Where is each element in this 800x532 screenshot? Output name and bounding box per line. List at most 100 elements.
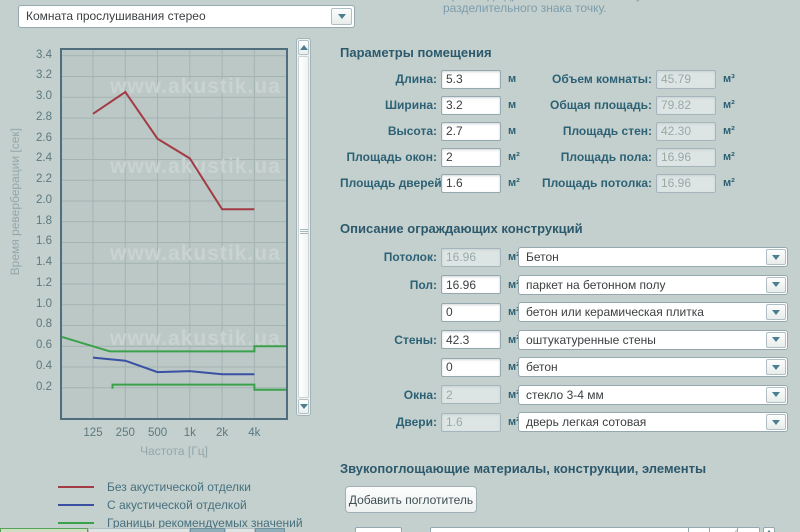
bottom-clipped-chart (190, 528, 225, 532)
walls-2-material-select[interactable]: бетон (518, 357, 788, 377)
y-tick-label: 3.4 (0, 49, 52, 61)
construction-row-walls: Стены: м² оштукатуренные стены (340, 330, 788, 350)
length-input[interactable] (441, 70, 501, 89)
floor-2-area-field[interactable] (441, 303, 501, 322)
svg-text:www.akustik.ua: www.akustik.ua (109, 75, 281, 98)
total-area-output (656, 96, 716, 115)
x-tick-label: 4k (234, 427, 274, 439)
floor-area-label: Площадь пола: (538, 150, 652, 164)
windows-area-field (441, 385, 501, 404)
decimal-separator-note: При вводе дробных чисел используйте в ка… (443, 0, 788, 15)
room-params-left-column: Длина: м Ширина: м Высота: м Площадь око… (340, 69, 520, 193)
chevron-down-icon (772, 365, 780, 370)
walls-2-material-dropdown-button[interactable] (766, 359, 786, 375)
room-type-dropdown-button[interactable] (331, 8, 352, 25)
field-row-length: Длина: м (340, 69, 520, 89)
chart-scrollbar[interactable] (296, 38, 311, 416)
ceiling-label: Потолок: (340, 250, 437, 264)
scroll-down-button[interactable] (298, 399, 309, 414)
walls-2-area-field[interactable] (441, 358, 501, 377)
window-area-unit: м² (508, 151, 520, 163)
volume-label: Объем комнаты: (538, 72, 652, 86)
width-label: Ширина: (340, 98, 437, 112)
height-label: Высота: (340, 124, 437, 138)
ceiling-area-field (441, 248, 501, 267)
floor-label: Пол: (340, 278, 437, 292)
floor-material-value: паркет на бетонном полу (519, 276, 787, 294)
green-line-swatch (58, 522, 94, 524)
door-area-unit: м² (508, 177, 520, 189)
chevron-down-icon (772, 255, 780, 260)
arrow-down-icon (300, 404, 308, 409)
total-area-unit: м² (723, 99, 735, 111)
ceiling-material-dropdown-button[interactable] (766, 249, 786, 265)
ceiling-material-select[interactable]: Бетон (518, 247, 788, 267)
chevron-down-icon (772, 310, 780, 315)
windows-label: Окна: (340, 388, 437, 402)
walls-area-output (656, 122, 716, 141)
constructions-title: Описание ограждающих конструкций (340, 221, 583, 236)
floor-area-unit: м² (723, 151, 735, 163)
walls-material-select[interactable]: оштукатуренные стены (518, 330, 788, 350)
absorber-action-button[interactable] (688, 527, 710, 532)
mini-scroll-up-button[interactable] (763, 527, 775, 532)
width-input[interactable] (441, 96, 501, 115)
field-row-floor-area: Площадь пола: м² (538, 147, 735, 167)
absorbers-title: Звукопоглощающие материалы, конструкции,… (340, 461, 706, 476)
construction-row-doors: Двери: м² дверь легкая сотовая (340, 412, 788, 432)
floor-material-dropdown-button[interactable] (766, 277, 786, 293)
absorber-action-button[interactable] (737, 527, 760, 532)
svg-text:www.akustik.ua: www.akustik.ua (109, 242, 281, 265)
room-params-right-column: Объем комнаты: м³ Общая площадь: м² Площ… (538, 69, 735, 193)
doors-material-select[interactable]: дверь легкая сотовая (518, 412, 788, 432)
y-tick-label: 0.4 (0, 360, 52, 372)
walls-material-dropdown-button[interactable] (766, 332, 786, 348)
field-row-door-area: Площадь дверей: м² (340, 173, 520, 193)
height-input[interactable] (441, 122, 501, 141)
scrollbar-thumb[interactable] (298, 56, 309, 398)
y-tick-label: 2.8 (0, 111, 52, 123)
doors-material-dropdown-button[interactable] (766, 414, 786, 430)
floor-material-select[interactable]: паркет на бетонном полу (518, 275, 788, 295)
window-area-label: Площадь окон: (340, 150, 437, 164)
ceiling-area-unit: м² (723, 177, 735, 189)
chevron-down-icon (772, 392, 780, 397)
y-tick-label: 2.2 (0, 173, 52, 185)
legend-item-no-treatment: Без акустической отделки (58, 478, 303, 496)
add-absorber-button[interactable]: Добавить поглотитель (345, 486, 477, 513)
room-type-select[interactable]: Комната прослушивания стерео (18, 5, 355, 28)
bottom-clipped-chart (225, 528, 255, 532)
x-axis-title: Частота [Гц] (62, 444, 286, 458)
y-tick-label: 2.6 (0, 132, 52, 144)
room-params-title: Параметры помещения (340, 45, 492, 60)
note-line-2: разделительного знака точку. (443, 2, 788, 15)
walls-label: Стены: (340, 333, 437, 347)
y-tick-label: 3.0 (0, 90, 52, 102)
window-area-input[interactable] (441, 148, 501, 167)
total-area-label: Общая площадь: (538, 98, 652, 112)
absorber-quantity-input[interactable] (355, 527, 402, 532)
doors-area-field (441, 413, 501, 432)
construction-row-windows: Окна: м² стекло 3-4 мм (340, 385, 788, 405)
y-tick-label: 1.0 (0, 298, 52, 310)
y-tick-label: 0.6 (0, 339, 52, 351)
arrow-up-icon (300, 45, 308, 50)
legend-label: Без акустической отделки (107, 480, 251, 494)
y-tick-label: 1.6 (0, 235, 52, 247)
legend-label: С акустической отделкой (107, 498, 247, 512)
walls-area-field[interactable] (441, 330, 501, 349)
scroll-up-button[interactable] (298, 40, 309, 55)
y-tick-label: 0.2 (0, 381, 52, 393)
floor-2-material-dropdown-button[interactable] (766, 304, 786, 320)
windows-material-select[interactable]: стекло 3-4 мм (518, 385, 788, 405)
chevron-down-icon (772, 337, 780, 342)
windows-material-value: стекло 3-4 мм (519, 386, 787, 404)
y-tick-label: 1.4 (0, 256, 52, 268)
door-area-input[interactable] (441, 174, 501, 193)
y-tick-label: 0.8 (0, 318, 52, 330)
volume-output (656, 70, 716, 89)
y-tick-label: 1.8 (0, 215, 52, 227)
floor-area-field[interactable] (441, 275, 501, 294)
windows-material-dropdown-button[interactable] (766, 387, 786, 403)
floor-2-material-select[interactable]: бетон или керамическая плитка (518, 302, 788, 322)
